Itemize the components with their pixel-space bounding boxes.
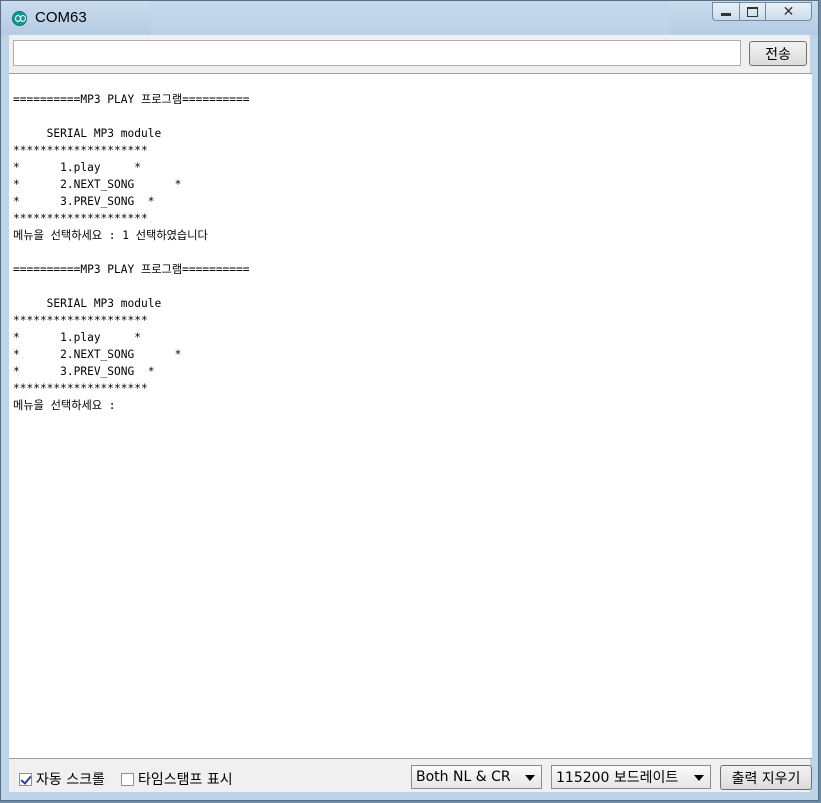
close-button[interactable]: ✕: [766, 2, 812, 21]
checkbox-icon: [19, 772, 32, 786]
line-ending-select[interactable]: Both NL & CR: [411, 765, 542, 789]
minimize-button[interactable]: [712, 2, 740, 21]
window-controls: ✕: [712, 2, 812, 22]
timestamp-checkbox[interactable]: 타임스탬프 표시: [121, 769, 233, 789]
send-button[interactable]: 전송: [749, 41, 807, 66]
timestamp-label: 타임스탬프 표시: [138, 772, 233, 788]
clear-output-button[interactable]: 출력 지우기: [720, 765, 812, 790]
close-icon: ✕: [782, 3, 795, 20]
autoscroll-label: 자동 스크롤: [36, 772, 105, 788]
arduino-icon: [12, 11, 27, 26]
baud-rate-value: 115200 보드레이트: [556, 770, 679, 786]
maximize-button[interactable]: [740, 2, 766, 21]
maximize-icon: [747, 6, 758, 17]
line-ending-value: Both NL & CR: [416, 769, 511, 785]
checkbox-icon: [121, 772, 134, 786]
baud-rate-select[interactable]: 115200 보드레이트: [551, 765, 711, 789]
title-bar[interactable]: COM63 ✕: [1, 1, 818, 35]
serial-output-text: ==========MP3 PLAY 프로그램========== SERIAL…: [13, 93, 250, 412]
title-bar-background: [151, 1, 671, 35]
client-area: 전송 ==========MP3 PLAY 프로그램========== SER…: [9, 35, 812, 795]
window-title: COM63: [35, 9, 87, 26]
serial-output[interactable]: ==========MP3 PLAY 프로그램========== SERIAL…: [9, 73, 812, 759]
bottom-bar: 자동 스크롤 타임스탬프 표시 Both NL & CR 115200 보드레이…: [9, 759, 812, 795]
send-input[interactable]: [13, 40, 741, 66]
dropdown-arrow-icon: [694, 775, 704, 781]
autoscroll-checkbox[interactable]: 자동 스크롤: [19, 769, 105, 789]
serial-monitor-window: COM63 ✕ 전송 ==========MP3 PLAY 프로그램======…: [0, 0, 819, 801]
dropdown-arrow-icon: [525, 775, 535, 781]
minimize-icon: [721, 12, 731, 16]
